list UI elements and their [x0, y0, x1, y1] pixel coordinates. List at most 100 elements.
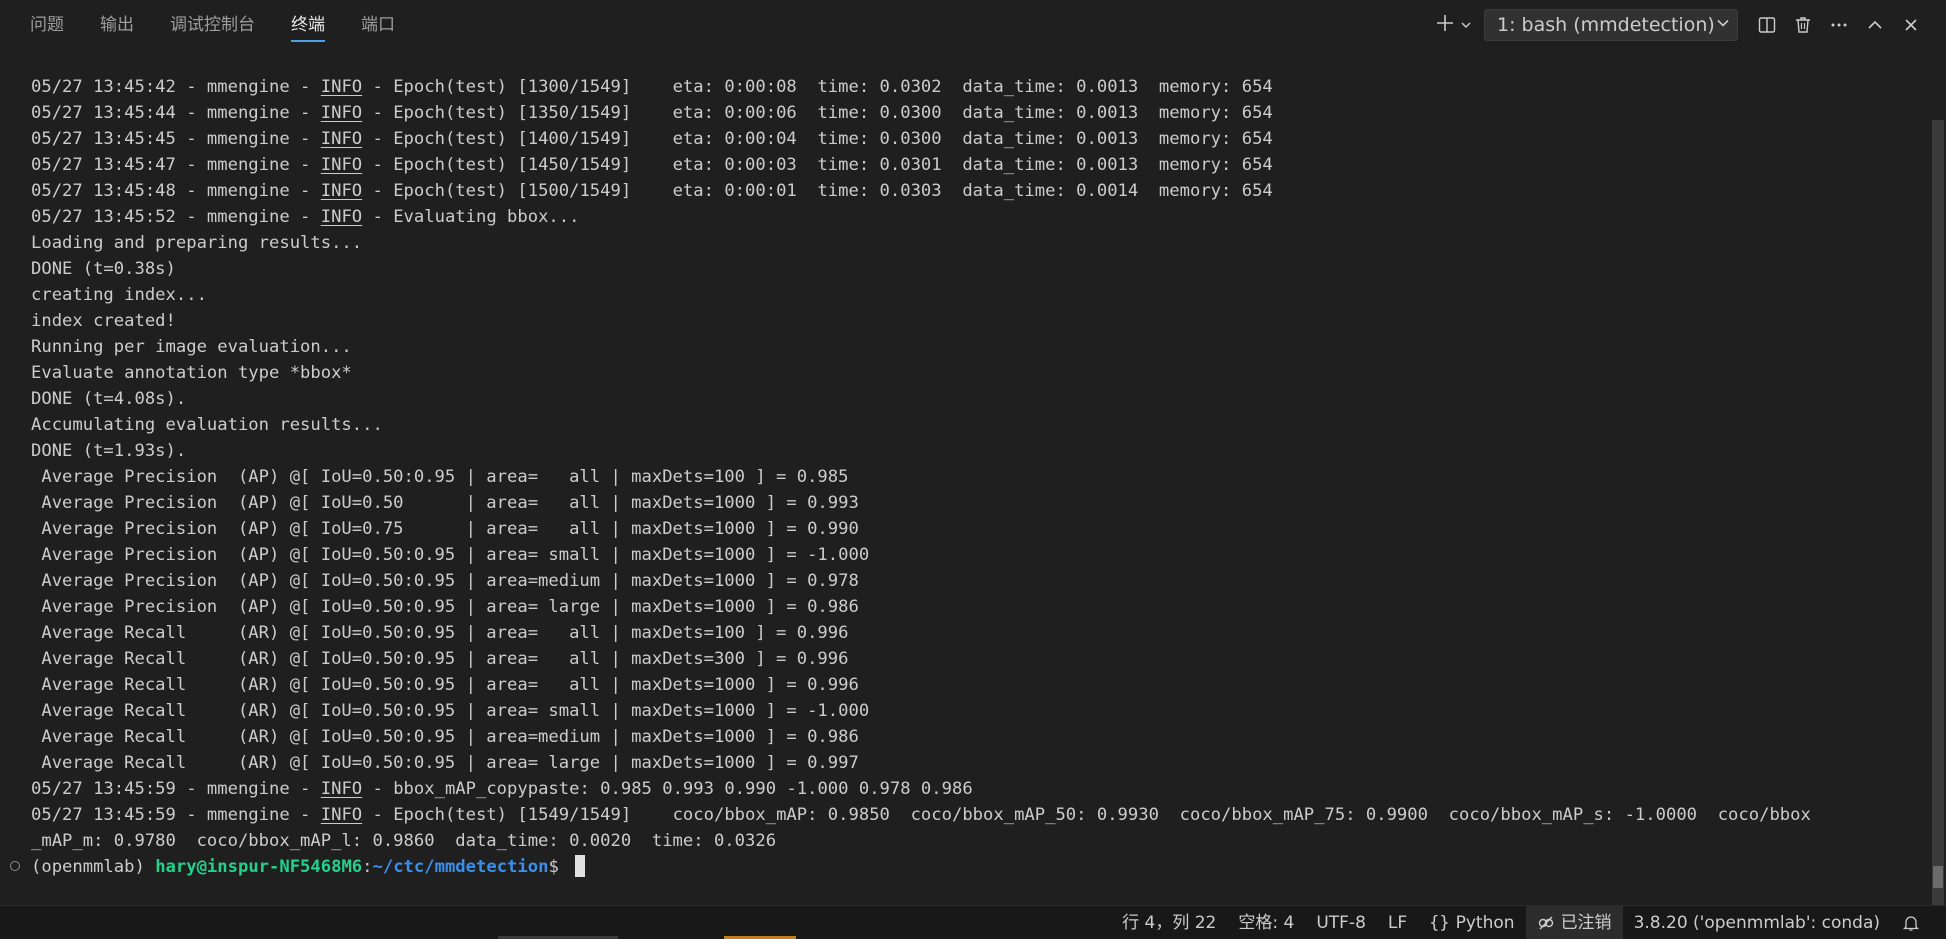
notifications-bell-icon[interactable] — [1891, 906, 1946, 939]
terminal-line-text: DONE (t=4.08s). — [31, 389, 187, 409]
terminal-line-text: - Epoch(test) [1400/1549] eta: 0:00:04 t… — [362, 129, 1273, 149]
trash-icon[interactable] — [1788, 10, 1818, 40]
terminal-line-text: Average Recall (AR) @[ IoU=0.50:0.95 | a… — [31, 727, 859, 747]
terminal-line: Running per image evaluation... — [0, 334, 1930, 360]
prompt-env: (openmmlab) — [31, 857, 156, 877]
status-language[interactable]: {} Python — [1418, 906, 1525, 939]
terminal-selector[interactable]: 1: bash (mmdetection) — [1484, 9, 1738, 41]
terminal-line: 05/27 13:45:52 - mmengine - INFO - Evalu… — [0, 204, 1930, 230]
terminal-scrollbar[interactable] — [1930, 50, 1946, 910]
terminal-line-text: Average Precision (AP) @[ IoU=0.50:0.95 … — [31, 467, 849, 487]
terminal-line: 05/27 13:45:59 - mmengine - INFO - Epoch… — [0, 802, 1930, 828]
terminal-line: _mAP_m: 0.9780 coco/bbox_mAP_l: 0.9860 d… — [0, 828, 1930, 854]
tab-problems[interactable]: 问题 — [30, 0, 64, 50]
status-interpreter[interactable]: 3.8.20 ('openmmlab': conda) — [1623, 906, 1891, 939]
terminal-line-text: 05/27 13:45:45 - mmengine - — [31, 129, 321, 149]
terminal-output[interactable]: 05/27 13:45:42 - mmengine - INFO - Epoch… — [0, 74, 1930, 880]
panel-tabbar: 问题 输出 调试控制台 终端 端口 1: bash (mmdetection) — [0, 0, 1946, 50]
terminal-line: Average Precision (AP) @[ IoU=0.50:0.95 … — [0, 464, 1930, 490]
prompt-path: ~/ctc/mmdetection — [372, 857, 549, 877]
log-level: INFO — [320, 805, 363, 825]
terminal-panel: 问题 输出 调试控制台 终端 端口 1: bash (mmdetection) — [0, 0, 1946, 939]
terminal-line-text: Average Recall (AR) @[ IoU=0.50:0.95 | a… — [31, 623, 849, 643]
log-level: INFO — [320, 77, 363, 97]
tab-terminal[interactable]: 终端 — [291, 0, 325, 50]
terminal-line-text: Running per image evaluation... — [31, 337, 352, 357]
terminal-line: 05/27 13:45:47 - mmengine - INFO - Epoch… — [0, 152, 1930, 178]
tab-debug-console[interactable]: 调试控制台 — [170, 0, 255, 50]
terminal-line: Average Precision (AP) @[ IoU=0.75 | are… — [0, 516, 1930, 542]
terminal-line-text: Average Precision (AP) @[ IoU=0.75 | are… — [31, 519, 859, 539]
terminal-line-text: Loading and preparing results... — [31, 233, 363, 253]
terminal-line: Average Precision (AP) @[ IoU=0.50:0.95 … — [0, 542, 1930, 568]
close-icon[interactable] — [1896, 10, 1926, 40]
status-bar: 行 4，列 22 空格: 4 UTF-8 LF {} Python 已注销 3.… — [0, 905, 1946, 939]
text-cursor — [575, 855, 586, 877]
terminal-line-text: DONE (t=1.93s). — [31, 441, 187, 461]
terminal-line: DONE (t=0.38s) — [0, 256, 1930, 282]
terminal-line-text: 05/27 13:45:59 - mmengine - — [31, 805, 321, 825]
braces-icon: {} — [1429, 912, 1450, 933]
panel-actions: 1: bash (mmdetection) — [1434, 0, 1926, 50]
scrollbar-marker — [1933, 866, 1943, 888]
prompt-line[interactable]: (openmmlab) hary@inspur-NF5468M6:~/ctc/m… — [0, 854, 1930, 880]
chevron-up-icon[interactable] — [1860, 10, 1890, 40]
terminal-line-text: 05/27 13:45:44 - mmengine - — [31, 103, 321, 123]
scrollbar-thumb[interactable] — [1932, 120, 1944, 910]
chevron-down-icon[interactable] — [1460, 16, 1472, 35]
terminal-line: Average Precision (AP) @[ IoU=0.50:0.95 … — [0, 594, 1930, 620]
terminal-line-text: _mAP_m: 0.9780 coco/bbox_mAP_l: 0.9860 d… — [31, 831, 777, 851]
prompt-separator: : — [362, 857, 373, 877]
plus-icon — [1434, 12, 1456, 38]
terminal-line: Average Precision (AP) @[ IoU=0.50 | are… — [0, 490, 1930, 516]
terminal-line: Average Recall (AR) @[ IoU=0.50:0.95 | a… — [0, 646, 1930, 672]
terminal-line: Average Recall (AR) @[ IoU=0.50:0.95 | a… — [0, 750, 1930, 776]
chevron-down-icon — [1715, 14, 1731, 36]
status-language-label: Python — [1455, 912, 1515, 933]
terminal-line: Average Recall (AR) @[ IoU=0.50:0.95 | a… — [0, 698, 1930, 724]
status-eol[interactable]: LF — [1377, 906, 1418, 939]
terminal-line-text: 05/27 13:45:47 - mmengine - — [31, 155, 321, 175]
log-level: INFO — [320, 207, 363, 227]
terminal-line-text: - Epoch(test) [1450/1549] eta: 0:00:03 t… — [362, 155, 1273, 175]
log-level: INFO — [320, 129, 363, 149]
status-indentation[interactable]: 空格: 4 — [1227, 906, 1305, 939]
terminal-line: 05/27 13:45:44 - mmengine - INFO - Epoch… — [0, 100, 1930, 126]
terminal-line: index created! — [0, 308, 1930, 334]
terminal-line: 05/27 13:45:45 - mmengine - INFO - Epoch… — [0, 126, 1930, 152]
terminal-line-text: Accumulating evaluation results... — [31, 415, 383, 435]
terminal-line: Average Recall (AR) @[ IoU=0.50:0.95 | a… — [0, 724, 1930, 750]
status-account[interactable]: 已注销 — [1525, 905, 1623, 939]
terminal-line-text: Average Recall (AR) @[ IoU=0.50:0.95 | a… — [31, 701, 870, 721]
terminal-line: Average Recall (AR) @[ IoU=0.50:0.95 | a… — [0, 620, 1930, 646]
log-level: INFO — [320, 779, 363, 799]
prompt-symbol: $ — [548, 857, 570, 877]
more-icon[interactable] — [1824, 10, 1854, 40]
terminal-line-text: 05/27 13:45:48 - mmengine - — [31, 181, 321, 201]
terminal-line-text: creating index... — [31, 285, 207, 305]
split-icon[interactable] — [1752, 10, 1782, 40]
tab-ports[interactable]: 端口 — [361, 0, 395, 50]
terminal-line: 05/27 13:45:48 - mmengine - INFO - Epoch… — [0, 178, 1930, 204]
status-cursor-position[interactable]: 行 4，列 22 — [1111, 906, 1227, 939]
terminal-line-text: Average Precision (AP) @[ IoU=0.50:0.95 … — [31, 571, 859, 591]
terminal-line: Average Precision (AP) @[ IoU=0.50:0.95 … — [0, 568, 1930, 594]
terminal-line-text: Average Precision (AP) @[ IoU=0.50:0.95 … — [31, 545, 870, 565]
terminal-line: DONE (t=4.08s). — [0, 386, 1930, 412]
terminal-line-text: Average Precision (AP) @[ IoU=0.50:0.95 … — [31, 597, 859, 617]
new-terminal-button[interactable] — [1434, 12, 1472, 38]
status-account-label: 已注销 — [1560, 912, 1612, 933]
command-decoration-icon[interactable] — [10, 861, 20, 871]
terminal-line-text: - Epoch(test) [1500/1549] eta: 0:00:01 t… — [362, 181, 1273, 201]
tab-output[interactable]: 输出 — [100, 0, 134, 50]
terminal-line-text: Average Recall (AR) @[ IoU=0.50:0.95 | a… — [31, 753, 859, 773]
terminal-line: Loading and preparing results... — [0, 230, 1930, 256]
terminal-line: Average Recall (AR) @[ IoU=0.50:0.95 | a… — [0, 672, 1930, 698]
terminal-line: DONE (t=1.93s). — [0, 438, 1930, 464]
terminal-line-text: - Epoch(test) [1549/1549] coco/bbox_mAP:… — [362, 805, 1811, 825]
shell-prompt: (openmmlab) hary@inspur-NF5468M6:~/ctc/m… — [31, 854, 586, 880]
terminal-line-text: - bbox_mAP_copypaste: 0.985 0.993 0.990 … — [362, 779, 973, 799]
status-encoding[interactable]: UTF-8 — [1305, 906, 1377, 939]
panel-tabs: 问题 输出 调试控制台 终端 端口 — [0, 0, 431, 50]
terminal-line-text: 05/27 13:45:59 - mmengine - — [31, 779, 321, 799]
